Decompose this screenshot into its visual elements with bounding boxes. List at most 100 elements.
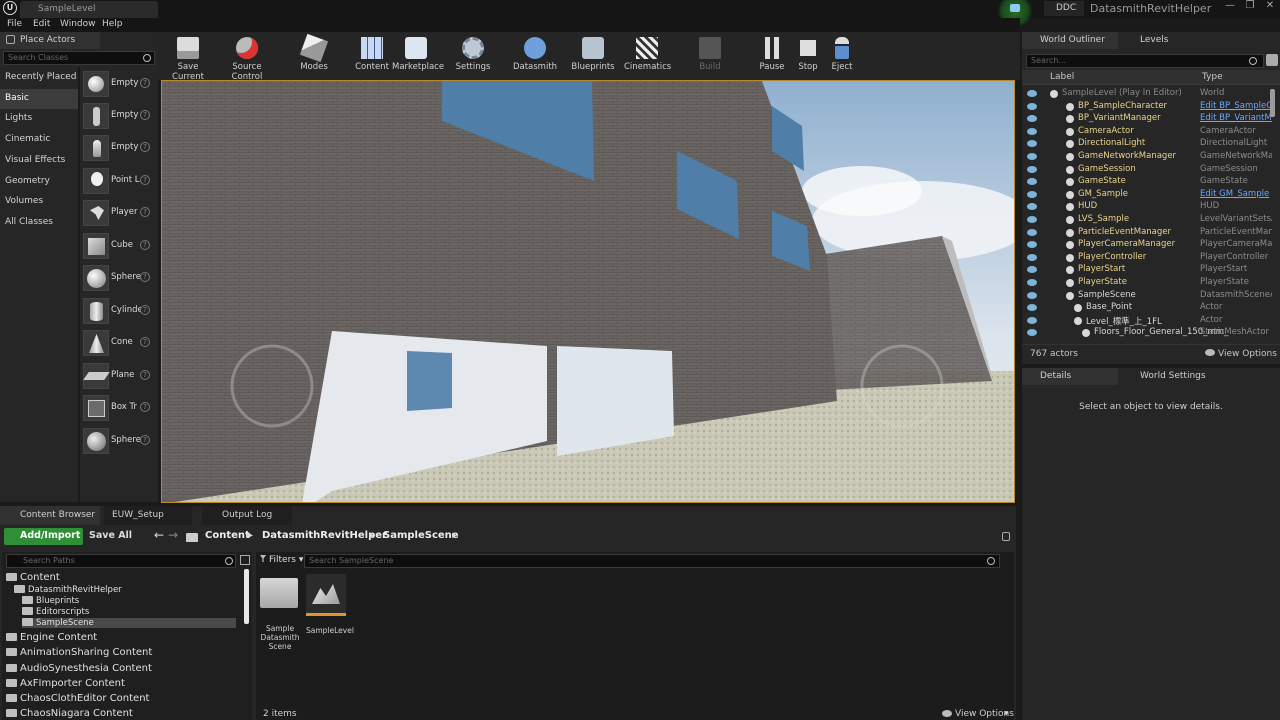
category-visual-effects[interactable]: Visual Effects	[0, 151, 78, 171]
maximize-button[interactable]: ❐	[1240, 0, 1260, 16]
outliner-row[interactable]: BP_SampleCharacter Edit BP_SampleC	[1022, 101, 1280, 114]
outliner-row[interactable]: LVS_Sample LevelVariantSetsA	[1022, 214, 1280, 227]
actor-item-box-trigger[interactable]: Box Tr?	[80, 393, 156, 424]
tab-world-outliner[interactable]: World Outliner	[1022, 32, 1118, 49]
search-classes-input[interactable]: Search Classes	[3, 51, 155, 65]
eye-visibility-icon[interactable]	[1027, 241, 1037, 249]
outliner-row-type[interactable]: Edit BP_VariantM	[1200, 113, 1272, 123]
tab-levels[interactable]: Levels	[1122, 32, 1192, 49]
eye-visibility-icon[interactable]	[1027, 102, 1037, 110]
menu-help[interactable]: Help	[102, 19, 123, 29]
actor-item-empty[interactable]: Empty?	[80, 69, 156, 100]
asset-level-samplelevel[interactable]: SampleLevel	[306, 574, 354, 654]
actor-item-sphere[interactable]: Sphere?	[80, 263, 156, 294]
list-icon[interactable]	[240, 555, 250, 565]
view-options-button[interactable]: View Options	[1218, 349, 1277, 359]
chevron-down-icon[interactable]: ▾	[1004, 709, 1009, 719]
actor-item-sphere-trigger[interactable]: Sphere?	[80, 426, 156, 457]
folder-tree-item[interactable]: AxFImporter Content	[6, 678, 125, 689]
lock-icon[interactable]	[1002, 532, 1010, 541]
help-icon[interactable]: ?	[140, 370, 150, 380]
actor-item-cone[interactable]: Cone?	[80, 328, 156, 359]
actor-item-plane[interactable]: Plane?	[80, 361, 156, 392]
tab-world-settings[interactable]: World Settings	[1122, 368, 1212, 385]
tab-euw-setup[interactable]: EUW_Setup	[104, 506, 192, 525]
outliner-search-input[interactable]: Search...	[1026, 54, 1264, 68]
tab-output-log[interactable]: Output Log	[202, 506, 292, 525]
ddc-button[interactable]: DDC	[1044, 1, 1084, 16]
outliner-row[interactable]: GM_Sample Edit GM_Sample	[1022, 189, 1280, 202]
eye-visibility-icon[interactable]	[1027, 228, 1037, 236]
folder-tree-item[interactable]: AnimationSharing Content	[6, 647, 152, 658]
outliner-row[interactable]: CameraActor CameraActor	[1022, 126, 1280, 139]
outliner-row[interactable]: DirectionalLight DirectionalLight	[1022, 138, 1280, 151]
save-all-button[interactable]: Save All	[89, 530, 132, 541]
forward-arrow-icon[interactable]: →	[168, 528, 178, 542]
settings-button[interactable]: Settings	[450, 32, 496, 78]
folder-tree-item[interactable]: DatasmithRevitHelper	[14, 585, 122, 595]
outliner-row[interactable]: PlayerState PlayerState	[1022, 277, 1280, 290]
folder-tree-item[interactable]: ChaosNiagara Content	[6, 708, 133, 719]
menu-file[interactable]: File	[7, 19, 22, 29]
eye-visibility-icon[interactable]	[1027, 127, 1037, 135]
help-icon[interactable]: ?	[140, 402, 150, 412]
outliner-row[interactable]: BP_VariantManager Edit BP_VariantM	[1022, 113, 1280, 126]
folder-tree-item[interactable]: ChaosClothEditor Content	[6, 693, 149, 704]
help-icon[interactable]: ?	[140, 240, 150, 250]
actor-item-empty-character[interactable]: Empty?	[80, 101, 156, 132]
category-cinematic[interactable]: Cinematic	[0, 130, 78, 150]
folder-tree-item[interactable]: AudioSynesthesia Content	[6, 663, 152, 674]
eject-button[interactable]: Eject	[826, 32, 858, 78]
help-icon[interactable]: ?	[140, 175, 150, 185]
category-basic[interactable]: Basic	[0, 89, 78, 109]
help-icon[interactable]: ?	[140, 272, 150, 282]
actor-item-player-start[interactable]: Player?	[80, 198, 156, 229]
outliner-row[interactable]: GameNetworkManager GameNetworkMan	[1022, 151, 1280, 164]
column-type[interactable]: Type	[1202, 72, 1223, 82]
eye-visibility-icon[interactable]	[1027, 190, 1037, 198]
blueprints-button[interactable]: Blueprints	[570, 32, 616, 78]
actor-item-cylinder[interactable]: Cylinde?	[80, 296, 156, 327]
eye-visibility-icon[interactable]	[1027, 304, 1037, 312]
pause-button[interactable]: Pause	[756, 32, 788, 78]
modes-button[interactable]: Modes	[294, 32, 334, 78]
outliner-row[interactable]: PlayerCameraManager PlayerCameraMan	[1022, 239, 1280, 252]
add-filter-icon[interactable]	[1266, 54, 1278, 66]
eye-visibility-icon[interactable]	[1027, 203, 1037, 211]
outliner-row[interactable]: SampleLevel (Play In Editor) World	[1022, 88, 1280, 101]
outliner-row-type[interactable]: Edit BP_SampleC	[1200, 101, 1272, 111]
place-actors-tab[interactable]: Place Actors	[0, 32, 100, 49]
outliner-row[interactable]: PlayerController PlayerController	[1022, 252, 1280, 265]
outliner-row[interactable]: Floors_Floor_General_150_mm_ StaticMeshAc…	[1022, 327, 1280, 340]
help-icon[interactable]: ?	[140, 337, 150, 347]
add-import-button[interactable]: Add/Import	[4, 528, 83, 545]
eye-visibility-icon[interactable]	[1027, 266, 1037, 274]
cinematics-button[interactable]: Cinematics	[624, 32, 671, 78]
eye-visibility-icon[interactable]	[1027, 140, 1037, 148]
outliner-row[interactable]: Base_Point Actor	[1022, 302, 1280, 315]
help-icon[interactable]: ?	[140, 435, 150, 445]
back-arrow-icon[interactable]: ←	[154, 528, 164, 542]
menu-edit[interactable]: Edit	[33, 19, 50, 29]
search-paths-input[interactable]: Search Paths	[6, 554, 236, 568]
folder-tree-item[interactable]: Content	[6, 572, 60, 583]
category-recently-placed[interactable]: Recently Placed	[0, 68, 78, 88]
outliner-row[interactable]: ParticleEventManager ParticleEventMana	[1022, 227, 1280, 240]
category-volumes[interactable]: Volumes	[0, 192, 78, 212]
tab-content-browser[interactable]: Content Browser	[0, 506, 100, 525]
filters-button[interactable]: Filters ▾	[260, 555, 303, 565]
help-icon[interactable]: ?	[140, 305, 150, 315]
eye-visibility-icon[interactable]	[1027, 279, 1037, 286]
marketplace-button[interactable]: Marketplace	[392, 32, 444, 78]
level-tab[interactable]: SampleLevel	[20, 1, 158, 18]
folder-tree-item[interactable]: Blueprints	[22, 596, 79, 606]
outliner-scrollbar[interactable]	[1270, 89, 1275, 117]
help-icon[interactable]: ?	[140, 142, 150, 152]
search-assets-input[interactable]: Search SampleScene	[304, 554, 1000, 568]
category-lights[interactable]: Lights	[0, 109, 78, 129]
outliner-row-type[interactable]: Edit GM_Sample	[1200, 189, 1272, 199]
actor-item-empty-pawn[interactable]: Empty?	[80, 133, 156, 164]
eye-visibility-icon[interactable]	[1027, 316, 1037, 324]
help-icon[interactable]: ?	[140, 78, 150, 88]
close-button[interactable]: ✕	[1260, 0, 1280, 16]
